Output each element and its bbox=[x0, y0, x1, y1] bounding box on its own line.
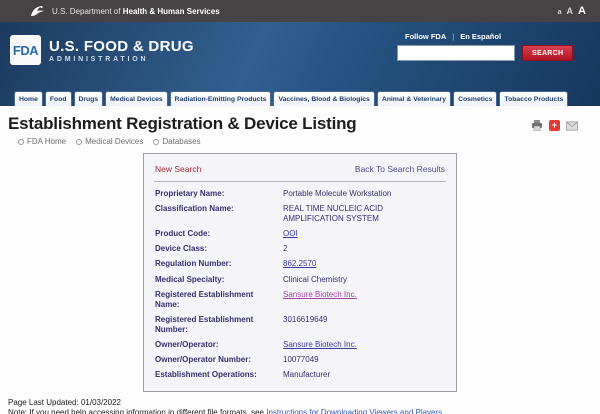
new-search-link[interactable]: New Search bbox=[155, 164, 201, 174]
row-value: 2 bbox=[283, 244, 287, 253]
hhs-dept-text[interactable]: U.S. Department of Health & Human Servic… bbox=[52, 7, 220, 16]
page-action-icons: + bbox=[531, 120, 578, 131]
downloading-viewers-link[interactable]: Instructions for Downloading Viewers and… bbox=[266, 408, 442, 414]
last-updated-text: Page Last Updated: 01/03/2022 bbox=[8, 398, 592, 408]
breadcrumb-label: Databases bbox=[162, 137, 200, 146]
table-row: Product Code: OOI bbox=[154, 226, 446, 241]
print-icon[interactable] bbox=[531, 120, 543, 131]
header-search-area: Follow FDA | En Español SEARCH bbox=[397, 32, 567, 61]
row-label: Registered Establishment Name: bbox=[155, 290, 283, 310]
fda-title-line1: U.S. FOOD & DRUG bbox=[49, 38, 194, 55]
breadcrumb: FDA Home Medical Devices Databases bbox=[8, 134, 356, 146]
search-input[interactable] bbox=[397, 45, 515, 61]
row-label: Device Class: bbox=[155, 244, 283, 254]
table-row: Medical Specialty: Clinical Chemistry bbox=[154, 272, 446, 287]
table-row: Establishment Operations: Manufacturer bbox=[154, 368, 446, 383]
nav-tab[interactable]: Cosmetics bbox=[453, 91, 497, 106]
row-label: Registered Establishment Number: bbox=[155, 315, 283, 335]
table-row: Regulation Number: 862.2570 bbox=[154, 257, 446, 272]
table-row: Registered Establishment Number: 3016619… bbox=[154, 312, 446, 337]
device-detail-panel: New Search Back To Search Results Propri… bbox=[143, 153, 457, 392]
share-icon[interactable]: + bbox=[549, 120, 560, 131]
nav-tab[interactable]: Tobacco Products bbox=[499, 91, 568, 106]
nav-tab[interactable]: Medical Devices bbox=[105, 91, 168, 106]
search-button[interactable]: SEARCH bbox=[522, 45, 573, 61]
page-title: Establishment Registration & Device List… bbox=[8, 114, 356, 134]
follow-fda-link[interactable]: Follow FDA bbox=[405, 32, 446, 41]
hhs-eagle-icon bbox=[30, 4, 45, 18]
row-value: Portable Molecule Workstation bbox=[283, 189, 391, 198]
row-label: Product Code: bbox=[155, 229, 283, 239]
nav-tab[interactable]: Vaccines, Blood & Biologics bbox=[273, 91, 374, 106]
table-row: Owner/Operator Number: 10077049 bbox=[154, 353, 446, 368]
row-value: OOI bbox=[283, 229, 298, 238]
main-content: Establishment Registration & Device List… bbox=[0, 106, 600, 414]
text-size-large-button[interactable]: A bbox=[578, 5, 586, 17]
breadcrumb-item[interactable]: Medical Devices bbox=[76, 137, 143, 146]
main-nav-tabs: Home Food Drugs Medical Devices Radiatio… bbox=[14, 91, 592, 106]
text-size-medium-button[interactable]: A bbox=[567, 6, 574, 16]
row-label: Classification Name: bbox=[155, 204, 283, 224]
text-size-controls: a A A bbox=[558, 5, 586, 17]
nav-tab[interactable]: Drugs bbox=[74, 91, 104, 106]
page-root: U.S. Department of Health & Human Servic… bbox=[0, 0, 600, 414]
fda-brand: FDA U.S. FOOD & DRUG ADMINISTRATION bbox=[10, 35, 194, 65]
row-label: Establishment Operations: bbox=[155, 370, 283, 380]
row-value: REAL TIME NUCLEIC ACID AMPLIFICATION SYS… bbox=[283, 204, 383, 223]
row-value: 3016619649 bbox=[283, 315, 328, 324]
table-row: Classification Name: REAL TIME NUCLEIC A… bbox=[154, 201, 446, 226]
breadcrumb-label: FDA Home bbox=[27, 137, 66, 146]
row-label: Regulation Number: bbox=[155, 259, 283, 269]
row-value: 10077049 bbox=[283, 355, 319, 364]
table-row: Proprietary Name: Portable Molecule Work… bbox=[154, 186, 446, 201]
nav-tab[interactable]: Animal & Veterinary bbox=[377, 91, 451, 106]
hhs-dept-prefix: U.S. Department of bbox=[52, 7, 120, 16]
formats-note: Note: If you need help accessing informa… bbox=[8, 408, 592, 414]
header-links-separator: | bbox=[452, 32, 454, 41]
device-detail-table: Proprietary Name: Portable Molecule Work… bbox=[154, 186, 446, 383]
row-label: Owner/Operator Number: bbox=[155, 355, 283, 365]
breadcrumb-item[interactable]: FDA Home bbox=[18, 137, 66, 146]
breadcrumb-bullet-icon bbox=[76, 139, 82, 145]
row-label: Medical Specialty: bbox=[155, 275, 283, 285]
fda-title-line2: ADMINISTRATION bbox=[49, 56, 194, 63]
nav-tab[interactable]: Food bbox=[45, 91, 72, 106]
table-row: Registered Establishment Name: Sansure B… bbox=[154, 287, 446, 312]
row-value: 862.2570 bbox=[283, 259, 316, 268]
back-to-search-results-link[interactable]: Back To Search Results bbox=[355, 164, 445, 174]
en-espanol-link[interactable]: En Español bbox=[460, 32, 501, 41]
fda-header: FDA U.S. FOOD & DRUG ADMINISTRATION Foll… bbox=[0, 22, 600, 106]
email-icon[interactable] bbox=[566, 120, 578, 131]
breadcrumb-item[interactable]: Databases bbox=[153, 137, 200, 146]
hhs-top-bar: U.S. Department of Health & Human Servic… bbox=[0, 0, 600, 22]
text-size-small-button[interactable]: a bbox=[558, 9, 562, 16]
table-row: Owner/Operator: Sansure Biotech Inc. bbox=[154, 338, 446, 353]
row-value: Sansure Biotech Inc. bbox=[283, 340, 357, 349]
breadcrumb-bullet-icon bbox=[153, 139, 159, 145]
nav-tab[interactable]: Home bbox=[14, 91, 43, 106]
row-value: Manufacturer bbox=[283, 370, 330, 379]
row-value: Clinical Chemistry bbox=[283, 275, 347, 284]
page-info: Page Last Updated: 01/03/2022 Note: If y… bbox=[0, 392, 600, 414]
breadcrumb-bullet-icon bbox=[18, 139, 24, 145]
nav-tab[interactable]: Radiation-Emitting Products bbox=[170, 91, 272, 106]
row-value: Sansure Biotech Inc. bbox=[283, 290, 357, 299]
row-label: Owner/Operator: bbox=[155, 340, 283, 350]
hhs-dept-name: Health & Human Services bbox=[123, 7, 220, 16]
table-row: Device Class: 2 bbox=[154, 242, 446, 257]
row-label: Proprietary Name: bbox=[155, 189, 283, 199]
breadcrumb-label: Medical Devices bbox=[85, 137, 143, 146]
fda-logo[interactable]: FDA bbox=[10, 35, 41, 65]
